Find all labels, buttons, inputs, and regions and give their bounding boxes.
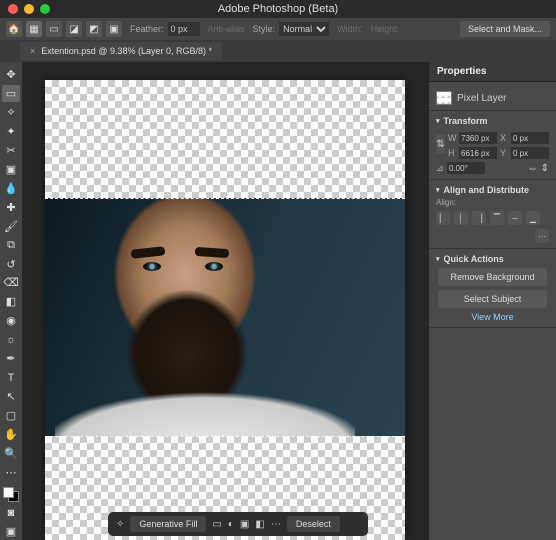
feather-input[interactable] bbox=[168, 22, 200, 36]
wand-tool[interactable]: ✦ bbox=[2, 123, 20, 140]
options-bar: 🏠 ▦ ▭ ◪ ◩ ▣ Feather: Anti-alias Style: N… bbox=[0, 18, 556, 40]
align-bottom-icon[interactable]: ▁ bbox=[526, 211, 540, 225]
document-tab-title: Extention.psd @ 9.38% (Layer 0, RGB/8) * bbox=[41, 46, 212, 56]
edit-toolbar-icon[interactable]: ⋯ bbox=[2, 464, 20, 481]
selection-edge-bottom bbox=[45, 436, 405, 437]
contextual-task-bar: ✧ Generative Fill ▭ ◐ ▣ ◧ ⋯ Deselect bbox=[108, 512, 368, 536]
quick-actions-header[interactable]: Quick Actions bbox=[436, 254, 549, 264]
view-more-link[interactable]: View More bbox=[436, 312, 549, 322]
select-subject-button[interactable]: Select Subject bbox=[438, 290, 547, 308]
feather-label: Feather: bbox=[130, 24, 164, 34]
quick-mask-icon[interactable]: ◙ bbox=[2, 504, 20, 521]
gradient-tool[interactable]: ◧ bbox=[2, 293, 20, 310]
sel-mask-icon[interactable]: ▣ bbox=[240, 519, 249, 530]
minimize-window-icon[interactable] bbox=[24, 4, 34, 14]
history-brush-tool[interactable]: ↺ bbox=[2, 256, 20, 273]
tools-panel: ✥ ▭ ⟡ ✦ ✂ ▣ 💧 ✚ 🖌 ⧉ ↺ ⌫ ◧ ◉ ☼ ✒ T ↖ ▢ ✋ … bbox=[0, 62, 22, 540]
eraser-tool[interactable]: ⌫ bbox=[2, 274, 20, 291]
brush-tool[interactable]: 🖌 bbox=[2, 218, 20, 235]
sel-fill-icon[interactable]: ◧ bbox=[255, 519, 264, 530]
genfill-icon: ✧ bbox=[116, 519, 124, 530]
transform-header[interactable]: Transform bbox=[436, 116, 549, 126]
generative-fill-button[interactable]: Generative Fill bbox=[130, 516, 206, 532]
crop-tool[interactable]: ✂ bbox=[2, 142, 20, 159]
angle-input[interactable] bbox=[447, 162, 485, 174]
pen-tool[interactable]: ✒ bbox=[2, 350, 20, 367]
style-label: Style: bbox=[253, 24, 276, 34]
transparent-area-top bbox=[45, 80, 405, 198]
blur-tool[interactable]: ◉ bbox=[2, 312, 20, 329]
document-tabs: × Extention.psd @ 9.38% (Layer 0, RGB/8)… bbox=[0, 40, 556, 62]
x-input[interactable] bbox=[511, 132, 549, 144]
deselect-button[interactable]: Deselect bbox=[287, 516, 340, 532]
align-vcenter-icon[interactable]: ─ bbox=[508, 211, 522, 225]
app-title: Adobe Photoshop (Beta) bbox=[0, 3, 556, 15]
width-label: Width: bbox=[337, 24, 363, 34]
artboard[interactable] bbox=[45, 80, 405, 540]
layer-thumb-icon bbox=[436, 91, 452, 105]
link-wh-icon[interactable]: ⇅ bbox=[436, 135, 445, 153]
align-right-icon[interactable]: ▕ bbox=[472, 211, 486, 225]
select-intersect-icon[interactable]: ▣ bbox=[106, 21, 122, 37]
screen-mode-icon[interactable]: ▣ bbox=[2, 523, 20, 540]
close-tab-icon[interactable]: × bbox=[30, 46, 35, 56]
close-window-icon[interactable] bbox=[8, 4, 18, 14]
align-sublabel: Align: bbox=[436, 198, 549, 207]
lasso-tool[interactable]: ⟡ bbox=[2, 104, 20, 121]
remove-background-button[interactable]: Remove Background bbox=[438, 268, 547, 286]
eyedropper-tool[interactable]: 💧 bbox=[2, 180, 20, 197]
stamp-tool[interactable]: ⧉ bbox=[2, 237, 20, 254]
dodge-tool[interactable]: ☼ bbox=[2, 331, 20, 348]
flip-v-icon[interactable]: ⇕ bbox=[541, 163, 549, 174]
color-swatch[interactable] bbox=[3, 487, 19, 502]
properties-panel: Properties Pixel Layer Transform ⇅ WX HY… bbox=[428, 62, 556, 540]
window-controls: Adobe Photoshop (Beta) bbox=[0, 0, 556, 18]
selection-edge-top bbox=[45, 198, 405, 199]
align-top-icon[interactable]: ▔ bbox=[490, 211, 504, 225]
home-icon[interactable]: 🏠 bbox=[6, 21, 22, 37]
style-select[interactable]: Normal bbox=[279, 22, 329, 36]
heal-tool[interactable]: ✚ bbox=[2, 199, 20, 216]
y-input[interactable] bbox=[511, 147, 549, 159]
align-left-icon[interactable]: ▏ bbox=[436, 211, 450, 225]
align-hcenter-icon[interactable]: │ bbox=[454, 211, 468, 225]
tool-preset-icon[interactable]: ▦ bbox=[26, 21, 42, 37]
marquee-tool[interactable]: ▭ bbox=[2, 85, 20, 102]
height-label: Height: bbox=[371, 24, 400, 34]
path-tool[interactable]: ↖ bbox=[2, 388, 20, 405]
sel-mod-icon[interactable]: ▭ bbox=[212, 519, 221, 530]
zoom-tool[interactable]: 🔍 bbox=[2, 445, 20, 462]
select-subtract-icon[interactable]: ◩ bbox=[86, 21, 102, 37]
antialias-label: Anti-alias bbox=[208, 24, 245, 34]
frame-tool[interactable]: ▣ bbox=[2, 161, 20, 178]
more-icon[interactable]: ⋯ bbox=[271, 519, 281, 530]
select-and-mask-button[interactable]: Select and Mask... bbox=[460, 21, 550, 37]
width-input[interactable] bbox=[459, 132, 497, 144]
height-input[interactable] bbox=[459, 147, 497, 159]
hand-tool[interactable]: ✋ bbox=[2, 426, 20, 443]
canvas-area[interactable]: ✧ Generative Fill ▭ ◐ ▣ ◧ ⋯ Deselect bbox=[22, 62, 428, 540]
align-header[interactable]: Align and Distribute bbox=[436, 185, 549, 195]
photo-layer bbox=[45, 198, 405, 436]
select-new-icon[interactable]: ▭ bbox=[46, 21, 62, 37]
move-tool[interactable]: ✥ bbox=[2, 66, 20, 83]
select-add-icon[interactable]: ◪ bbox=[66, 21, 82, 37]
properties-tab[interactable]: Properties bbox=[429, 62, 556, 82]
flip-h-icon[interactable]: ⇔ bbox=[528, 163, 538, 174]
shape-tool[interactable]: ▢ bbox=[2, 407, 20, 424]
sel-invert-icon[interactable]: ◐ bbox=[228, 519, 234, 530]
type-tool[interactable]: T bbox=[2, 369, 20, 386]
align-more-icon[interactable]: ⋯ bbox=[535, 229, 549, 243]
maximize-window-icon[interactable] bbox=[40, 4, 50, 14]
document-tab[interactable]: × Extention.psd @ 9.38% (Layer 0, RGB/8)… bbox=[20, 42, 222, 60]
layer-type-label: Pixel Layer bbox=[457, 93, 506, 104]
